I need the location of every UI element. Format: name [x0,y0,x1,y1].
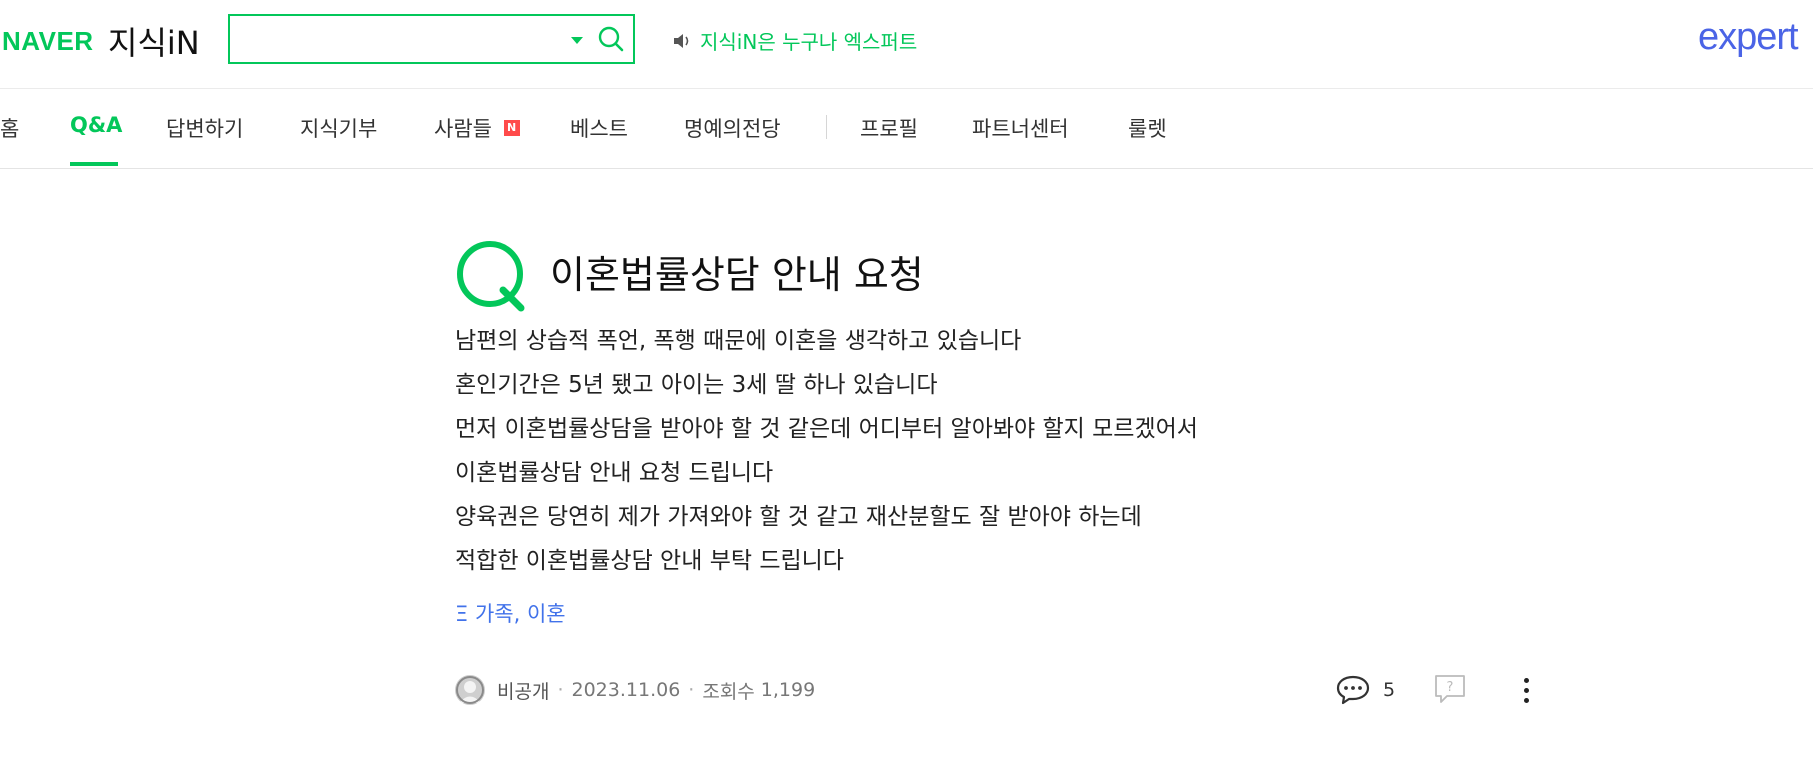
search-button[interactable] [595,22,627,56]
nav-item-qna[interactable]: Q&A [70,113,122,137]
nav-item-label: Q&A [70,113,123,137]
search-dropdown-button[interactable] [565,28,589,52]
new-badge: N [503,120,520,136]
caret-down-icon [571,36,583,44]
question-help-button[interactable]: ? [1433,673,1467,705]
search-icon [598,26,624,52]
nav-item-people[interactable]: 사람들 N [434,113,520,143]
speaker-icon [674,33,689,48]
question-title: 이혼법률상담 안내 요청 [550,253,924,297]
category-tag-link[interactable]: Ξ 가족, 이혼 [455,598,566,628]
notice-text: 지식iN은 누구나 엑스퍼트 [700,30,918,54]
views-count: 1,199 [760,679,816,701]
nav-item-hall-of-fame[interactable]: 명예의전당 [684,113,781,143]
expert-notice-link[interactable]: 지식iN은 누구나 엑스퍼트 [672,26,917,55]
search-input[interactable] [238,22,562,58]
nav-item-label: 답변하기 [166,117,244,141]
active-tab-indicator [70,162,118,166]
nav-item-answer[interactable]: 답변하기 [166,113,243,143]
q-icon [457,241,525,312]
naver-logo[interactable]: NAVER [2,26,94,57]
nav-item-label: 파트너센터 [972,117,1069,141]
question-mark-icon: ? [1435,675,1465,703]
search-box [228,14,635,64]
main-nav: 홈 Q&A 답변하기 지식기부 사람들 N 베스트 명예의전당 프로필 파트너센… [0,89,1813,169]
dot [1523,687,1529,693]
nav-item-label: 사람들 [434,117,492,141]
nav-item-home[interactable]: 홈 [0,113,19,143]
question-body: 남편의 상습적 폭언, 폭행 때문에 이혼을 생각하고 있습니다 혼인기간은 5… [455,322,1198,586]
category-tag-label: 가족, 이혼 [474,602,566,626]
nav-item-label: 프로필 [860,117,918,141]
question-body-line: 이혼법률상담 안내 요청 드립니다 [455,460,774,486]
category-icon: Ξ [455,602,469,626]
question-meta: 비공개 · 2023.11.06 · 조회수 1,199 [455,673,815,707]
nav-item-label: 홈 [0,117,20,141]
question-body-line: 남편의 상습적 폭언, 폭행 때문에 이혼을 생각하고 있습니다 [455,328,1022,354]
more-options-button[interactable] [1514,673,1538,707]
post-date: 2023.11.06 [571,679,681,701]
question-body-line: 혼인기간은 5년 됐고 아이는 3세 딸 하나 있습니다 [455,372,938,398]
comment-button[interactable]: 5 [1335,672,1395,708]
kin-logo[interactable]: 지식iN [108,18,200,64]
speech-bubble-icon [1336,675,1370,705]
nav-item-label: 지식기부 [300,117,378,141]
nav-item-roulette[interactable]: 룰렛 [1128,113,1167,143]
meta-separator: · [688,679,695,701]
nav-item-donate[interactable]: 지식기부 [300,113,377,143]
expert-logo[interactable]: expert [1698,16,1799,59]
question-body-line: 양육권은 당연히 제가 가져와야 할 것 같고 재산분할도 잘 받아야 하는데 [455,504,1142,530]
meta-separator: · [557,679,564,701]
avatar [455,675,485,705]
nav-item-best[interactable]: 베스트 [570,113,628,143]
comment-count: 5 [1383,679,1396,701]
nav-item-label: 베스트 [570,117,628,141]
nav-item-label: 명예의전당 [684,117,781,141]
nav-item-partner-center[interactable]: 파트너센터 [972,113,1069,143]
views-label: 조회수 [702,680,755,703]
dot [1523,697,1529,703]
dot [1523,677,1529,683]
nav-item-profile[interactable]: 프로필 [860,113,918,143]
top-header: NAVER 지식iN 지식iN은 누구나 엑스퍼트 expert [0,0,1813,89]
question-body-line: 먼저 이혼법률상담을 받아야 할 것 같은데 어디부터 알아봐야 할지 모르겠어… [455,416,1198,442]
user-icon [455,675,485,705]
svg-text:?: ? [1447,680,1454,695]
question-body-line: 적합한 이혼법률상담 안내 부탁 드립니다 [455,548,844,574]
nav-item-label: 룰렛 [1128,117,1167,141]
author-name: 비공개 [497,680,550,703]
nav-divider [826,115,827,139]
